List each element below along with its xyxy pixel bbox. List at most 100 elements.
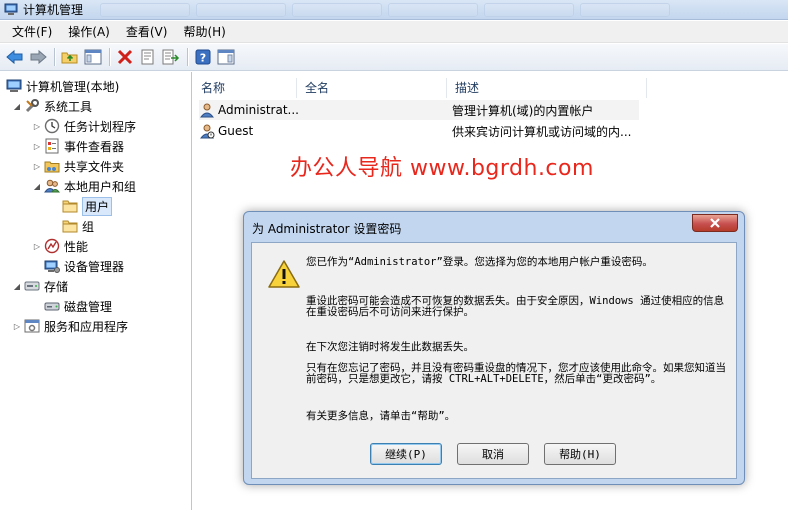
help-button[interactable]: ? xyxy=(192,46,214,68)
tree-item-label: 事件查看器 xyxy=(64,139,125,154)
expanded-arrow-icon[interactable]: ◢ xyxy=(12,102,22,111)
collapsed-arrow-icon[interactable]: ▷ xyxy=(32,122,42,131)
show-hide-action-pane-button[interactable] xyxy=(215,46,237,68)
tree-item-users[interactable]: 用户 xyxy=(62,196,113,216)
user-name: Guest xyxy=(218,124,254,138)
column-header-description[interactable]: 描述 xyxy=(447,78,647,98)
tree-item-label: 用户 xyxy=(82,196,113,216)
set-password-dialog: 为 Administrator 设置密码 您已作为“Administrator”… xyxy=(243,211,745,485)
tree-item-label: 本地用户和组 xyxy=(64,179,137,194)
menu-view[interactable]: 查看(V) xyxy=(118,21,176,43)
ghost-tab xyxy=(580,3,670,17)
tree-item-event-viewer[interactable]: ▷ 事件查看器 xyxy=(32,136,124,156)
collapsed-arrow-icon[interactable]: ▷ xyxy=(32,242,42,251)
tree-item-device-manager[interactable]: 设备管理器 xyxy=(44,256,124,276)
dialog-message-4: 只有在您忘记了密码，并且没有密码重设盘的情况下，您才应该使用此命令。如果您知道当… xyxy=(306,362,726,385)
up-level-button[interactable] xyxy=(59,46,81,68)
folder-icon xyxy=(62,198,78,214)
tree-item-label: 性能 xyxy=(64,239,89,254)
tree-item-label: 服务和应用程序 xyxy=(44,319,129,334)
tree-item-storage[interactable]: ◢ 存储 xyxy=(12,276,68,296)
toolbar-separator xyxy=(54,48,55,66)
console-tree: 计算机管理(本地) ◢ 系统工具 ▷ 任务计划程序 ▷ 事件查看器 ▷ 共享文件… xyxy=(0,72,192,510)
action-pane-icon xyxy=(217,49,235,65)
menu-action[interactable]: 操作(A) xyxy=(60,21,118,43)
services-icon xyxy=(24,318,40,334)
user-description: 管理计算机(域)的内置帐户 xyxy=(452,103,594,118)
tree-item-label: 磁盘管理 xyxy=(64,299,113,314)
watermark-text: 办公人导航 www.bgrdh.com xyxy=(290,156,594,181)
storage-icon xyxy=(24,278,40,294)
properties-button[interactable] xyxy=(137,46,159,68)
dialog-message-1: 您已作为“Administrator”登录。您选择为您的本地用户帐户重设密码。 xyxy=(306,256,653,268)
tree-item-groups[interactable]: 组 xyxy=(62,216,94,236)
collapsed-arrow-icon[interactable]: ▷ xyxy=(32,162,42,171)
ghost-tab xyxy=(100,3,190,17)
list-header: 名称 全名 描述 xyxy=(193,78,788,98)
dialog-message-5: 有关更多信息，请单击“帮助”。 xyxy=(306,410,456,422)
tree-item-label: 系统工具 xyxy=(44,99,93,114)
dialog-message-3: 在下次您注销时将发生此数据丢失。 xyxy=(306,341,474,353)
collapsed-arrow-icon[interactable]: ▷ xyxy=(32,142,42,151)
tree-item-computer-management[interactable]: 计算机管理(本地) xyxy=(6,76,119,96)
tree-item-label: 任务计划程序 xyxy=(64,119,137,134)
menu-file[interactable]: 文件(F) xyxy=(4,21,60,43)
dialog-help-button[interactable]: 帮助(H) xyxy=(544,443,616,465)
svg-text:?: ? xyxy=(200,52,206,65)
tree-item-performance[interactable]: ▷ 性能 xyxy=(32,236,88,256)
continue-button[interactable]: 继续(P) xyxy=(370,443,442,465)
back-button[interactable] xyxy=(4,46,26,68)
column-header-name[interactable]: 名称 xyxy=(193,78,297,98)
tree-item-system-tools[interactable]: ◢ 系统工具 xyxy=(12,96,92,116)
expanded-arrow-icon[interactable]: ◢ xyxy=(32,182,42,191)
tree-item-services-applications[interactable]: ▷ 服务和应用程序 xyxy=(12,316,128,336)
user-description: 供来宾访问计算机或访问域的内... xyxy=(452,124,632,139)
close-button[interactable] xyxy=(692,214,738,232)
tree-item-label: 共享文件夹 xyxy=(64,159,125,174)
folder-icon xyxy=(62,218,78,234)
forward-button[interactable] xyxy=(27,46,49,68)
tree-item-disk-management[interactable]: 磁盘管理 xyxy=(44,296,112,316)
menu-help[interactable]: 帮助(H) xyxy=(175,21,233,43)
tools-icon xyxy=(24,98,40,114)
ghost-tab xyxy=(196,3,286,17)
title-bar: 计算机管理 xyxy=(0,0,788,20)
show-hide-console-tree-button[interactable] xyxy=(82,46,104,68)
shared-folder-icon xyxy=(44,158,60,174)
disk-icon xyxy=(44,298,60,314)
ghost-tab xyxy=(388,3,478,17)
warning-icon xyxy=(267,259,301,292)
export-list-icon xyxy=(162,49,180,65)
user-icon xyxy=(199,102,215,118)
properties-icon xyxy=(141,49,154,65)
list-row-guest[interactable]: Guest 供来宾访问计算机或访问域的内... xyxy=(199,121,639,141)
close-icon xyxy=(710,218,720,228)
toolbar: ? xyxy=(0,44,788,71)
ghost-tab xyxy=(292,3,382,17)
delete-x-icon xyxy=(117,49,133,65)
forward-arrow-icon xyxy=(30,49,47,65)
expanded-arrow-icon[interactable]: ◢ xyxy=(12,282,22,291)
computer-management-icon xyxy=(6,78,22,94)
collapsed-arrow-icon[interactable]: ▷ xyxy=(12,322,22,331)
clock-icon xyxy=(44,118,60,134)
user-disabled-icon xyxy=(199,123,215,139)
toolbar-separator xyxy=(109,48,110,66)
computer-management-icon xyxy=(4,3,18,16)
folder-up-icon xyxy=(61,52,78,64)
dialog-message-2: 重设此密码可能会造成不可恢复的数据丢失。由于安全原因，Windows 通过使相应… xyxy=(306,295,725,318)
tree-item-shared-folders[interactable]: ▷ 共享文件夹 xyxy=(32,156,124,176)
list-row-administrator[interactable]: Administrat... 管理计算机(域)的内置帐户 xyxy=(199,100,639,120)
cancel-button[interactable]: 取消 xyxy=(457,443,529,465)
tree-item-task-scheduler[interactable]: ▷ 任务计划程序 xyxy=(32,116,136,136)
delete-button[interactable] xyxy=(114,46,136,68)
tree-item-local-users-groups[interactable]: ◢ 本地用户和组 xyxy=(32,176,136,196)
users-group-icon xyxy=(44,178,60,194)
back-arrow-icon xyxy=(6,49,23,65)
export-list-button[interactable] xyxy=(160,46,182,68)
menu-bar: 文件(F) 操作(A) 查看(V) 帮助(H) xyxy=(0,21,788,43)
user-name: Administrat... xyxy=(218,103,299,117)
ghost-tab xyxy=(484,3,574,17)
column-header-fullname[interactable]: 全名 xyxy=(297,78,447,98)
toolbar-separator xyxy=(187,48,188,66)
